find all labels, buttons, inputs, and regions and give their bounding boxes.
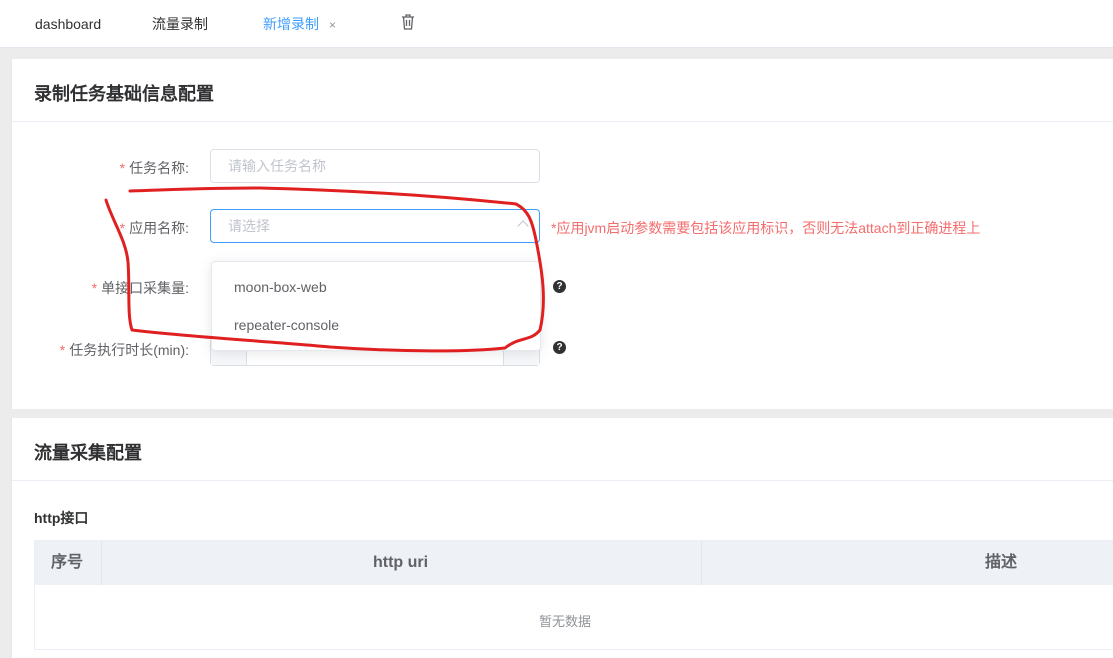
basic-info-card: 录制任务基础信息配置 * 任务名称: 请输入任务名称 * 应用名称: 请选择 *应用… [11,59,1113,409]
http-table: 序号 http uri 描述 暂无数据 [34,540,1113,650]
sample-count-label-text: 单接口采集量: [101,280,189,296]
duration-label-text: 任务执行时长(min): [69,342,189,358]
tab-bar: dashboard 流量录制 新增录制 × [0,0,1113,48]
column-divider [701,541,702,585]
tab-new-recording-label: 新增录制 [263,16,319,32]
trash-icon[interactable] [400,13,416,31]
help-icon[interactable]: ? [553,341,566,354]
app-name-label-text: 应用名称: [129,220,189,236]
required-mark: * [59,342,66,358]
column-header-uri: http uri [373,554,429,571]
required-mark: * [91,280,98,296]
traffic-config-header: 流量采集配置 [12,418,1113,481]
help-icon[interactable]: ? [553,280,566,293]
dropdown-option[interactable]: repeater-console [234,317,339,333]
dropdown-option[interactable]: moon-box-web [234,279,327,295]
app-name-label: * 应用名称: [9,218,189,238]
close-icon[interactable]: × [329,18,336,32]
required-mark: * [119,220,126,236]
duration-label: * 任务执行时长(min): [9,340,189,360]
basic-info-header: 录制任务基础信息配置 [12,59,1113,122]
traffic-config-card: 流量采集配置 http接口 序号 http uri 描述 暂无数据 [11,418,1113,658]
basic-info-title: 录制任务基础信息配置 [34,84,214,104]
empty-text: 暂无数据 [538,614,591,629]
column-header-index: 序号 [51,554,84,571]
column-header-desc: 描述 [985,554,1018,571]
task-name-label-text: 任务名称: [129,160,189,176]
traffic-config-title: 流量采集配置 [34,443,142,463]
column-divider [101,541,102,585]
sample-count-label: * 单接口采集量: [9,278,189,298]
app-name-placeholder: 请选择 [228,218,270,234]
required-mark: * [119,160,126,176]
table-header: 序号 http uri 描述 [35,541,1113,585]
tab-dashboard[interactable]: dashboard [35,14,101,34]
task-name-label: * 任务名称: [9,158,189,178]
chevron-up-icon [517,220,529,232]
tab-new-recording[interactable]: 新增录制 × [263,14,336,34]
app-name-dropdown: moon-box-web repeater-console [211,261,541,351]
tab-traffic-recording[interactable]: 流量录制 [152,14,208,34]
http-interface-subtitle: http接口 [34,510,89,526]
app-name-select[interactable]: 请选择 [210,209,540,243]
app-name-hint: *应用jvm启动参数需要包括该应用标识，否则无法attach到正确进程上 [551,220,981,236]
task-name-input[interactable]: 请输入任务名称 [210,149,540,183]
